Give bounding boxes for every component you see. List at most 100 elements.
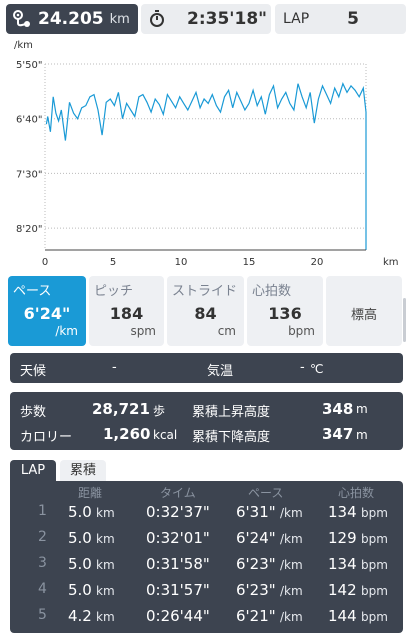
lap-pace: 6'23" (236, 581, 276, 599)
metric-value: 6'24" (23, 304, 71, 323)
metric-tab-heart-rate[interactable]: 心拍数 136 bpm (247, 276, 323, 346)
y-tick-label: 7'30" (16, 169, 42, 180)
lap-heart-rate-unit: bpm (361, 584, 388, 598)
lap-number: 4 (38, 581, 47, 597)
route-pin-icon (13, 10, 30, 27)
metric-unit: bpm (288, 324, 315, 338)
header-heart-rate: 心拍数 (338, 486, 375, 500)
tab-cumulative[interactable]: 累積 (60, 460, 106, 482)
metric-selector: ペース 6'24" /km ピッチ 184 spm ストライド 84 cm 心拍… (0, 276, 412, 346)
metric-tab-pace[interactable]: ペース 6'24" /km (8, 276, 86, 346)
metric-tab-stride[interactable]: ストライド 84 cm (167, 276, 244, 346)
chart-x-ticks: 0 5 10 15 20 (42, 257, 324, 268)
stats-panel: 歩数 28,721 歩 カロリー 1,260 kcal 累積上昇高度 348 m… (10, 392, 403, 450)
lap-distance-unit: km (96, 506, 115, 520)
lap-box[interactable]: LAP 5 (275, 4, 406, 34)
x-tick-label: 5 (110, 257, 116, 268)
lap-number: 3 (38, 555, 47, 571)
lap-number: 5 (38, 607, 47, 623)
metric-value: 184 (109, 304, 144, 323)
metric-label: ピッチ (94, 284, 134, 299)
chart-y-ticks: 5'50" 6'40" 7'30" 8'20" (16, 60, 42, 235)
steps-label: 歩数 (20, 405, 47, 420)
lap-heart-rate-unit: bpm (361, 532, 388, 546)
distance-box[interactable]: 24.205 km (6, 4, 138, 34)
x-tick-label: 10 (175, 257, 188, 268)
distance-unit: km (109, 11, 130, 27)
summary-bar: 24.205 km 2:35'18" LAP 5 (0, 0, 412, 40)
distance-value: 24.205 (38, 9, 104, 29)
temperature-unit: ℃ (310, 362, 324, 376)
x-tick-label: 0 (42, 257, 48, 268)
descent-value: 347 (322, 425, 354, 443)
weather-bar: 天候 - 気温 - ℃ (10, 353, 403, 383)
y-tick-label: 8'20" (16, 224, 42, 235)
lap-heart-rate-unit: bpm (361, 506, 388, 520)
lap-pace-unit: /km (280, 558, 303, 572)
lap-distance-unit: km (96, 584, 115, 598)
weather-label: 天候 (20, 364, 47, 379)
metric-label: ストライド (172, 284, 238, 299)
chart-x-axis-label: km (383, 257, 399, 268)
time-box[interactable]: 2:35'18" (141, 4, 271, 34)
y-tick-label: 5'50" (16, 60, 42, 71)
metric-tab-elevation[interactable]: 標高 (326, 276, 402, 346)
steps-value: 28,721 (92, 400, 150, 418)
lap-value: 5 (347, 9, 359, 29)
lap-time: 0:31'58" (146, 555, 210, 573)
lap-table: 距離 タイム ペース 心拍数 1 5.0 km 0:32'37" 6'31" /km 134… (10, 481, 403, 633)
ascent-unit: m (356, 402, 368, 416)
ascent-label: 累積上昇高度 (192, 405, 271, 420)
lap-pace-unit: /km (280, 506, 303, 520)
lap-heart-rate-unit: bpm (361, 558, 388, 572)
steps-unit: 歩 (153, 404, 166, 418)
lap-time: 0:31'57" (146, 581, 210, 599)
temperature-value: - (300, 360, 305, 375)
lap-distance: 5.0 (68, 555, 92, 573)
lap-time: 0:26'44" (146, 607, 210, 625)
lap-pace: 6'24" (236, 529, 276, 547)
lap-number: 1 (38, 503, 47, 519)
x-tick-label: 20 (311, 257, 324, 268)
calories-unit: kcal (153, 428, 178, 442)
lap-pace-unit: /km (280, 610, 303, 624)
y-tick-label: 6'40" (16, 115, 42, 126)
tab-lap[interactable]: LAP (10, 460, 56, 482)
lap-distance: 5.0 (68, 503, 92, 521)
descent-unit: m (356, 428, 368, 442)
lap-heart-rate: 134 (328, 503, 357, 521)
lap-distance: 4.2 (68, 607, 92, 625)
metric-label: 標高 (350, 308, 377, 323)
metric-value: 136 (268, 304, 302, 323)
ascent-value: 348 (322, 400, 354, 418)
lap-pace-unit: /km (280, 584, 303, 598)
lap-heart-rate: 129 (328, 529, 357, 547)
metrics-scrollbar[interactable] (403, 298, 406, 342)
lap-distance: 5.0 (68, 529, 92, 547)
lap-pace: 6'31" (236, 503, 276, 521)
lap-label: LAP (283, 11, 310, 27)
lap-time: 0:32'01" (146, 529, 210, 547)
pace-chart[interactable]: 5'50" 6'40" 7'30" 8'20" 0 5 10 15 20 /km km (0, 36, 412, 272)
chart-y-axis-label: /km (14, 40, 33, 51)
metric-tab-pitch[interactable]: ピッチ 184 spm (89, 276, 164, 346)
lap-heart-rate: 134 (328, 555, 357, 573)
lap-distance-unit: km (96, 532, 115, 546)
header-distance: 距離 (78, 486, 103, 500)
lap-pace: 6'23" (236, 555, 276, 573)
lap-pace: 6'21" (236, 607, 276, 625)
lap-distance-unit: km (96, 558, 115, 572)
lap-distance-unit: km (96, 610, 115, 624)
stopwatch-icon (150, 10, 164, 27)
lap-time: 0:32'37" (146, 503, 210, 521)
chart-grid (44, 63, 367, 250)
metric-unit: /km (55, 324, 78, 338)
lap-distance: 5.0 (68, 581, 92, 599)
lap-pace-unit: /km (280, 532, 303, 546)
calories-label: カロリー (20, 430, 73, 445)
metric-unit: cm (217, 324, 236, 338)
metric-value: 84 (194, 304, 217, 323)
weather-value: - (112, 360, 117, 375)
header-pace: ペース (248, 486, 284, 500)
temperature-label: 気温 (207, 364, 234, 379)
